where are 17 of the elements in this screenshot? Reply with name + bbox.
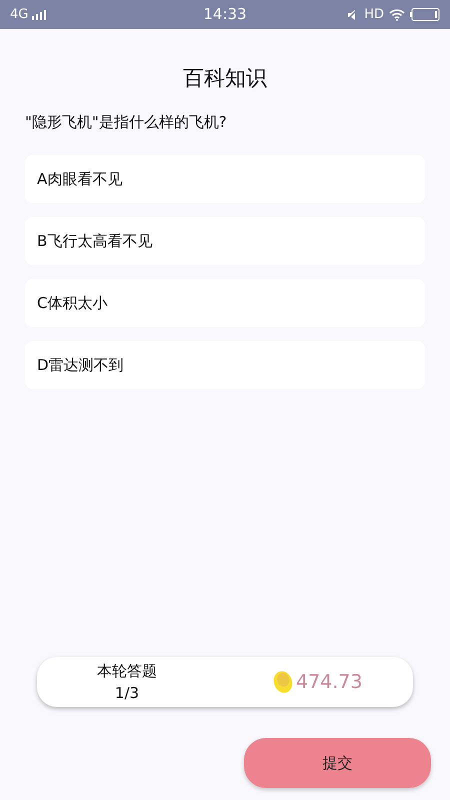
page-title: 百科知识: [182, 65, 268, 92]
coin-balance: 474.73: [296, 670, 362, 695]
hd-label: HD: [364, 6, 384, 24]
answer-option[interactable]: B飞行太高看不见: [25, 217, 425, 265]
question-text: "隐形飞机"是指什么样的飞机?: [24, 112, 228, 132]
clock: 14:33: [203, 4, 247, 26]
round-count: 1/3: [114, 683, 140, 704]
network-type: 4G: [10, 6, 28, 24]
coin-icon: [273, 670, 293, 694]
signal-icon: [32, 10, 46, 20]
answer-option[interactable]: C体积太小: [25, 279, 425, 327]
submit-button[interactable]: 提交: [244, 738, 431, 788]
round-label: 本轮答题: [97, 661, 157, 682]
answer-option[interactable]: D雷达测不到: [25, 341, 425, 389]
wifi-icon: [388, 8, 405, 20]
battery-icon: [410, 8, 440, 21]
answer-option[interactable]: A肉眼看不见: [25, 155, 425, 203]
